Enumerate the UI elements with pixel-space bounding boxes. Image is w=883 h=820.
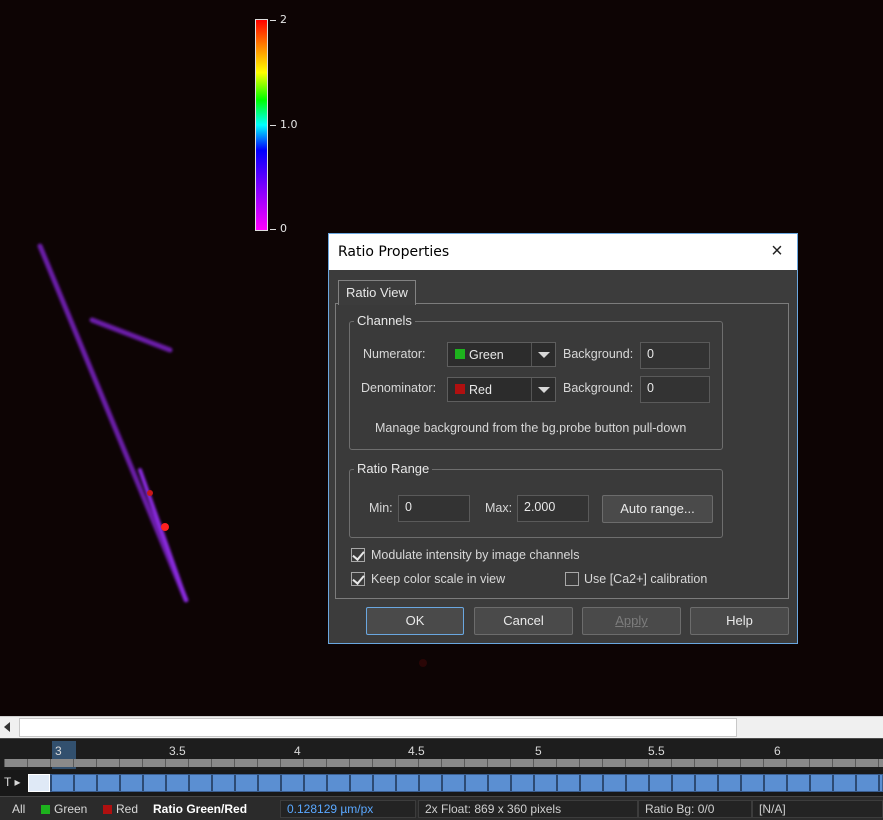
close-icon[interactable]: × [765, 240, 789, 264]
tab-green[interactable]: Green [41, 799, 87, 819]
red-spot [147, 490, 153, 496]
fiber-structure [37, 243, 189, 603]
chevron-down-icon[interactable] [531, 378, 555, 401]
time-label: 4.5 [408, 744, 425, 758]
time-ruler-ticks [4, 759, 883, 767]
selected-frame[interactable] [28, 774, 50, 792]
color-scale-tick [270, 229, 276, 230]
tab-ratio-green-red[interactable]: Ratio Green/Red [153, 799, 247, 819]
frame-strip-label: T ▸ [4, 775, 21, 789]
background-hint: Manage background from the bg.probe butt… [375, 421, 687, 435]
dim-spot [419, 659, 427, 667]
scroll-left-icon[interactable] [4, 722, 10, 732]
tab-all[interactable]: All [12, 799, 25, 819]
value-readout: [N/A] [752, 800, 883, 818]
ratio-range-group: Ratio Range Min: 0 Max: 2.000 Auto range… [349, 461, 723, 538]
color-scale-max-label: 2 [280, 13, 287, 26]
time-label: 5 [535, 744, 542, 758]
dialog-title: Ratio Properties [338, 244, 450, 260]
ratio-range-group-title: Ratio Range [354, 461, 433, 476]
keep-scale-checkbox[interactable] [351, 572, 365, 586]
ratio-bg-readout: Ratio Bg: 0/0 [638, 800, 752, 818]
frame-cells[interactable] [28, 774, 883, 792]
auto-range-button[interactable]: Auto range... [602, 495, 713, 523]
green-swatch-icon [455, 349, 465, 359]
numerator-select[interactable]: Green [447, 342, 556, 367]
max-label: Max: [485, 501, 513, 515]
red-swatch-icon [103, 805, 112, 814]
color-scale-tick [270, 20, 276, 21]
status-bar: All Green Red Ratio Green/Red 0.128129 µ… [0, 796, 883, 820]
frame-strip[interactable]: T ▸ [0, 770, 883, 796]
numerator-label: Numerator: [363, 347, 426, 361]
modulate-label: Modulate intensity by image channels [371, 548, 580, 562]
numerator-background-field[interactable]: 0 [640, 342, 710, 369]
denominator-background-field[interactable]: 0 [640, 376, 710, 403]
ca-calibration-checkbox[interactable] [565, 572, 579, 586]
time-label: 3.5 [169, 744, 186, 758]
color-scale-mid-label: 1.0 [280, 118, 298, 131]
image-info-readout: 2x Float: 869 x 360 pixels [418, 800, 638, 818]
apply-button[interactable]: Apply [582, 607, 681, 635]
pixel-size-readout: 0.128129 µm/px [280, 800, 416, 818]
channels-group-title: Channels [354, 313, 415, 328]
red-spot [161, 523, 169, 531]
ca-calibration-label: Use [Ca2+] calibration [584, 572, 708, 586]
background-label: Background: [563, 347, 634, 361]
time-label: 6 [774, 744, 781, 758]
tab-ratio-view[interactable]: Ratio View [338, 280, 416, 305]
min-label: Min: [369, 501, 393, 515]
keep-scale-label: Keep color scale in view [371, 572, 506, 586]
green-swatch-icon [41, 805, 50, 814]
chevron-down-icon[interactable] [531, 343, 555, 366]
image-viewport[interactable]: 2 1.0 0 Ratio Properties × Ratio View Ch… [0, 0, 883, 716]
horizontal-scrollbar[interactable] [0, 716, 883, 738]
denominator-select[interactable]: Red [447, 377, 556, 402]
denominator-label: Denominator: [361, 381, 437, 395]
tab-red[interactable]: Red [103, 799, 138, 819]
channels-group: Channels Numerator: Green Background: 0 … [349, 313, 723, 450]
help-button[interactable]: Help [690, 607, 789, 635]
min-field[interactable]: 0 [398, 495, 470, 522]
tab-panel: Channels Numerator: Green Background: 0 … [335, 303, 789, 599]
dialog-titlebar[interactable]: Ratio Properties × [329, 234, 797, 270]
background-label: Background: [563, 381, 634, 395]
cancel-button[interactable]: Cancel [474, 607, 573, 635]
color-scale-min-label: 0 [280, 222, 287, 235]
color-scale-bar [255, 19, 268, 231]
red-swatch-icon [455, 384, 465, 394]
time-label: 5.5 [648, 744, 665, 758]
time-ruler[interactable]: 3 3.5 4 4.5 5 5.5 6 [0, 738, 883, 770]
ok-button[interactable]: OK [366, 607, 464, 635]
modulate-checkbox[interactable] [351, 548, 365, 562]
scrollbar-thumb[interactable] [19, 718, 737, 737]
max-field[interactable]: 2.000 [517, 495, 589, 522]
color-scale-tick [270, 125, 276, 126]
ratio-properties-dialog: Ratio Properties × Ratio View Channels N… [328, 233, 798, 644]
time-label: 3 [55, 744, 62, 758]
time-label: 4 [294, 744, 301, 758]
